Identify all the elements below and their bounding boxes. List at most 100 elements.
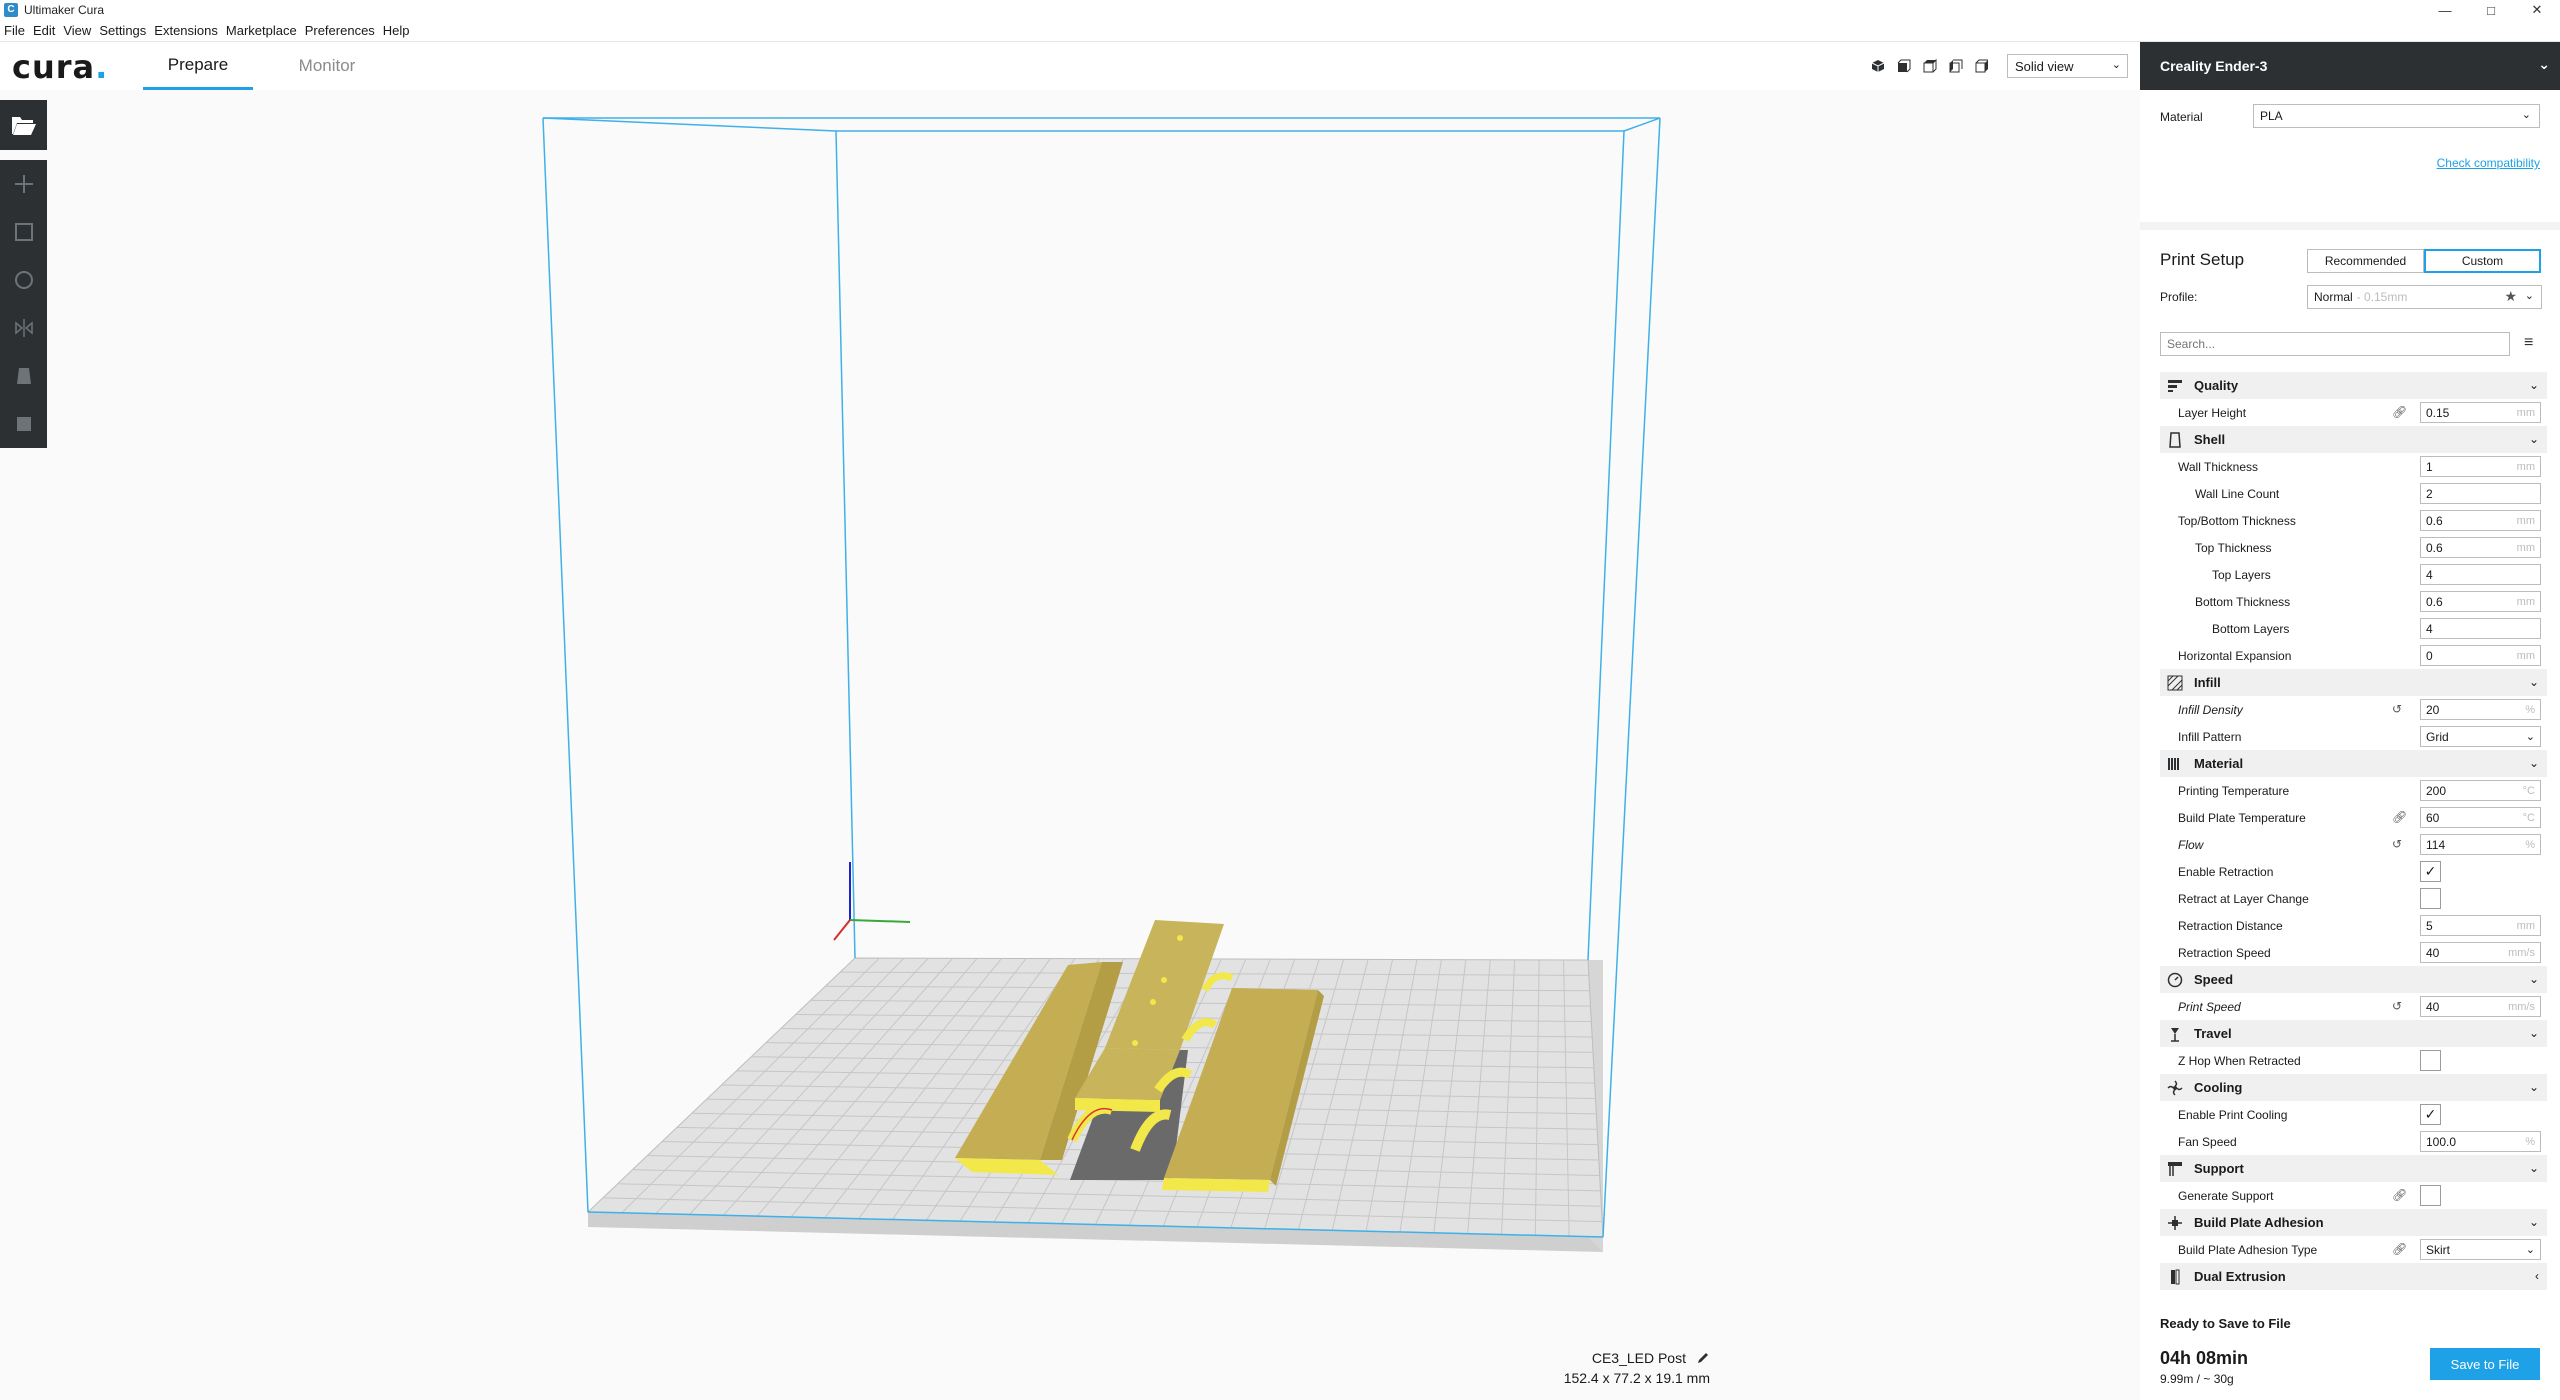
printing-temperature-field[interactable]: 200 °C bbox=[2420, 780, 2541, 801]
custom-mode-button[interactable]: Custom bbox=[2424, 249, 2541, 273]
reset-icon[interactable]: ↺ bbox=[2392, 837, 2402, 851]
tab-prepare[interactable]: Prepare bbox=[143, 42, 253, 90]
support-blocker-icon[interactable] bbox=[0, 400, 47, 448]
link-icon[interactable]: 🔗︎ bbox=[2392, 1242, 2407, 1256]
settings-search-input[interactable] bbox=[2160, 332, 2510, 356]
horizontal-expansion-field[interactable]: 0 mm bbox=[2420, 645, 2541, 666]
fan-speed-field[interactable]: 100.0% bbox=[2420, 1131, 2541, 1152]
build-plate-temperature-field[interactable]: 60 °C bbox=[2420, 807, 2541, 828]
field-value: 114 bbox=[2426, 837, 2446, 852]
category-speed[interactable]: Speed ⌄ bbox=[2160, 966, 2547, 993]
tab-monitor[interactable]: Monitor bbox=[272, 42, 382, 90]
layer-height-field[interactable]: 0.15 mm bbox=[2420, 402, 2541, 423]
check-compatibility-link[interactable]: Check compatibility bbox=[2437, 156, 2540, 170]
object-name: CE3_LED Post bbox=[1591, 1350, 1686, 1366]
unit-label: mm/s bbox=[2508, 1000, 2535, 1013]
retract-layer-change-checkbox[interactable] bbox=[2420, 888, 2441, 909]
category-material[interactable]: Material ⌄ bbox=[2160, 750, 2547, 777]
retraction-distance-field[interactable]: 5 mm bbox=[2420, 915, 2541, 936]
menu-file[interactable]: File bbox=[2, 23, 31, 38]
infill-pattern-select[interactable]: Grid ⌄ bbox=[2420, 726, 2541, 747]
reset-icon[interactable]: ↺ bbox=[2392, 702, 2402, 716]
menu-marketplace[interactable]: Marketplace bbox=[224, 23, 303, 38]
3d-view-icon[interactable] bbox=[1868, 56, 1888, 76]
printer-name: Creality Ender-3 bbox=[2160, 58, 2268, 74]
category-quality[interactable]: Quality ⌄ bbox=[2160, 372, 2547, 399]
per-model-settings-icon[interactable] bbox=[0, 352, 47, 400]
field-value: 2 bbox=[2426, 486, 2433, 501]
unit-label: % bbox=[2525, 838, 2535, 851]
link-icon[interactable]: 🔗︎ bbox=[2392, 810, 2407, 824]
print-speed-field[interactable]: 40 mm/s bbox=[2420, 996, 2541, 1017]
material-select[interactable]: PLA ⌄ bbox=[2253, 104, 2540, 128]
menu-settings[interactable]: Settings bbox=[97, 23, 152, 38]
menu-help[interactable]: Help bbox=[381, 23, 416, 38]
menu-extensions[interactable]: Extensions bbox=[152, 23, 224, 38]
top-bottom-thickness-field[interactable]: 0.6 mm bbox=[2420, 510, 2541, 531]
pencil-icon[interactable] bbox=[1696, 1351, 1710, 1365]
close-button[interactable]: ✕ bbox=[2514, 0, 2560, 20]
category-shell[interactable]: Shell ⌄ bbox=[2160, 426, 2547, 453]
category-build-plate-adhesion[interactable]: Build Plate Adhesion ⌄ bbox=[2160, 1209, 2547, 1236]
infill-density-field[interactable]: 20% bbox=[2420, 699, 2541, 720]
chevron-down-icon: ⌄ bbox=[2528, 972, 2539, 986]
wall-line-count-field[interactable]: 2 bbox=[2420, 483, 2541, 504]
generate-support-checkbox[interactable] bbox=[2420, 1185, 2441, 1206]
menu-edit[interactable]: Edit bbox=[31, 23, 61, 38]
top-thickness-field[interactable]: 0.6 mm bbox=[2420, 537, 2541, 558]
left-toolbar bbox=[0, 100, 47, 448]
adhesion-type-select[interactable]: Skirt ⌄ bbox=[2420, 1239, 2541, 1260]
chevron-down-icon: ⌄ bbox=[2528, 1026, 2539, 1040]
rotate-tool-icon[interactable] bbox=[0, 256, 47, 304]
category-infill[interactable]: Infill ⌄ bbox=[2160, 669, 2547, 696]
right-view-icon[interactable] bbox=[1972, 56, 1992, 76]
star-icon[interactable]: ★ bbox=[2504, 288, 2517, 305]
category-support[interactable]: Support ⌄ bbox=[2160, 1155, 2547, 1182]
enable-retraction-checkbox[interactable]: ✓ bbox=[2420, 861, 2441, 882]
printer-selector[interactable]: Creality Ender-3 ⌄ bbox=[2140, 42, 2560, 90]
chevron-down-icon: ⌄ bbox=[2521, 109, 2531, 121]
chevron-down-icon: ⌄ bbox=[2528, 432, 2539, 446]
setting-label: Wall Line Count bbox=[2195, 486, 2280, 501]
reset-icon[interactable]: ↺ bbox=[2392, 999, 2402, 1013]
front-view-icon[interactable] bbox=[1894, 56, 1914, 76]
top-layers-field[interactable]: 4 bbox=[2420, 564, 2541, 585]
cura-app-icon: C bbox=[4, 3, 18, 17]
minimize-button[interactable]: — bbox=[2422, 0, 2468, 20]
field-value: 200 bbox=[2426, 783, 2447, 798]
top-view-icon[interactable] bbox=[1920, 56, 1940, 76]
save-to-file-button[interactable]: Save to File bbox=[2430, 1348, 2540, 1380]
menu-preferences[interactable]: Preferences bbox=[303, 23, 381, 38]
link-icon[interactable]: 🔗︎ bbox=[2392, 405, 2407, 419]
recommended-mode-button[interactable]: Recommended bbox=[2307, 249, 2424, 273]
3d-viewport[interactable]: CE3_LED Post 152.4 x 77.2 x 19.1 mm bbox=[0, 90, 2140, 1400]
chevron-left-icon: ‹ bbox=[2535, 1269, 2539, 1283]
setting-label: Wall Thickness bbox=[2178, 459, 2259, 474]
bottom-layers-field[interactable]: 4 bbox=[2420, 618, 2541, 639]
setting-retract-layer-change: Retract at Layer Change bbox=[2160, 885, 2547, 912]
menu-view[interactable]: View bbox=[61, 23, 97, 38]
enable-cooling-checkbox[interactable]: ✓ bbox=[2420, 1104, 2441, 1125]
wall-thickness-field[interactable]: 1 mm bbox=[2420, 456, 2541, 477]
mirror-tool-icon[interactable] bbox=[0, 304, 47, 352]
maximize-button[interactable]: □ bbox=[2468, 0, 2514, 20]
left-view-icon[interactable] bbox=[1946, 56, 1966, 76]
category-cooling[interactable]: Cooling ⌄ bbox=[2160, 1074, 2547, 1101]
build-volume-scene[interactable] bbox=[0, 90, 2140, 1400]
profile-select[interactable]: Normal - 0.15mm ★ ⌄ bbox=[2307, 285, 2542, 309]
view-mode-select[interactable]: Solid view ⌄ bbox=[2007, 54, 2128, 78]
open-file-button[interactable] bbox=[0, 100, 47, 150]
category-travel[interactable]: Travel ⌄ bbox=[2160, 1020, 2547, 1047]
settings-visibility-menu-icon[interactable]: ≡ bbox=[2524, 334, 2533, 352]
unit-label: mm bbox=[2516, 919, 2535, 932]
retraction-speed-field[interactable]: 40 mm/s bbox=[2420, 942, 2541, 963]
setting-wall-thickness: Wall Thickness 1 mm bbox=[2160, 453, 2547, 480]
flow-field[interactable]: 114% bbox=[2420, 834, 2541, 855]
link-icon[interactable]: 🔗︎ bbox=[2392, 1188, 2407, 1202]
cura-logo: cura. bbox=[12, 48, 109, 86]
bottom-thickness-field[interactable]: 0.6 mm bbox=[2420, 591, 2541, 612]
move-tool-icon[interactable] bbox=[0, 160, 47, 208]
scale-tool-icon[interactable] bbox=[0, 208, 47, 256]
category-dual-extrusion[interactable]: Dual Extrusion ‹ bbox=[2160, 1263, 2547, 1290]
z-hop-checkbox[interactable] bbox=[2420, 1050, 2441, 1071]
